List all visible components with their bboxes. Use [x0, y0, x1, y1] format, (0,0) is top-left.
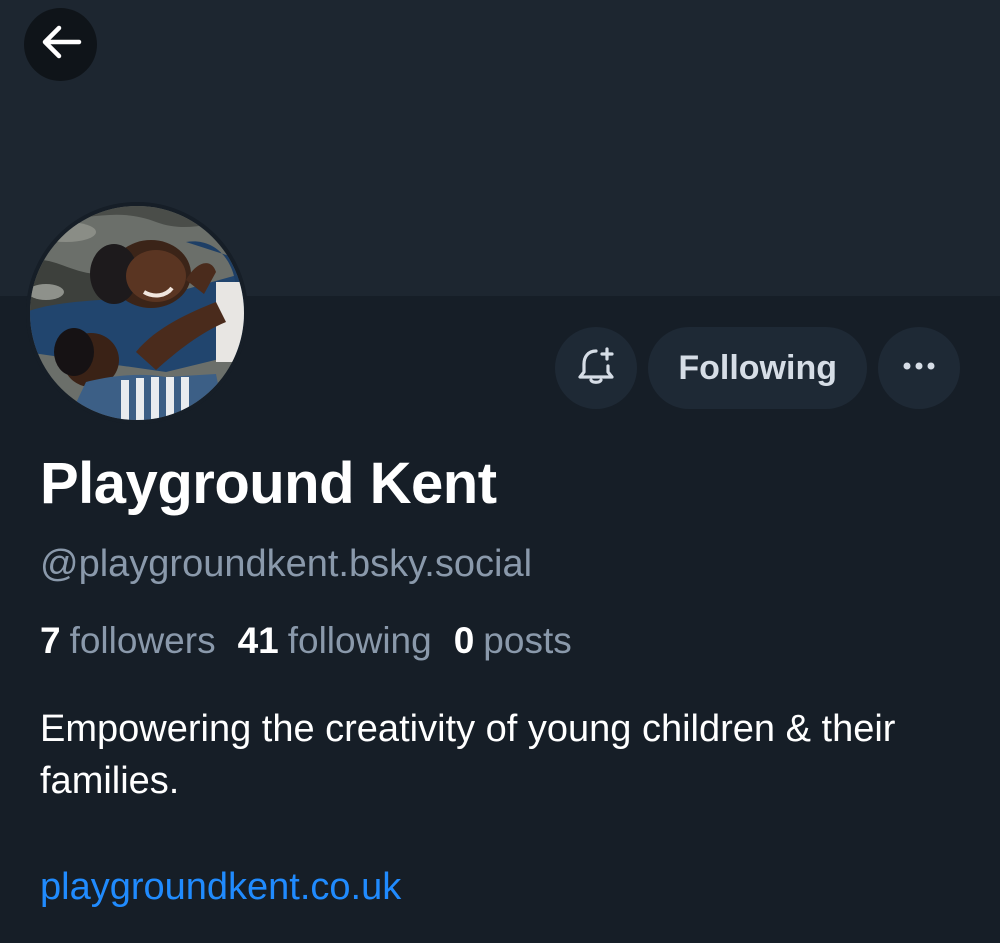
following-button-label: Following [678, 348, 837, 387]
followers-count: 7 [40, 620, 61, 661]
more-options-button[interactable] [878, 327, 960, 409]
posts-stat: 0 posts [454, 620, 572, 662]
profile-page: Following Playground Kent @playgroundken… [0, 0, 1000, 943]
display-name: Playground Kent [40, 451, 497, 516]
following-count: 41 [237, 620, 279, 661]
profile-avatar[interactable] [26, 202, 248, 424]
profile-handle: @playgroundkent.bsky.social [40, 543, 533, 585]
profile-actions: Following [555, 327, 960, 409]
followers-label: followers [69, 620, 216, 661]
following-stat[interactable]: 41 following [238, 620, 432, 662]
profile-stats: 7 followers 41 following 0 posts [40, 620, 572, 662]
bell-plus-icon [576, 346, 616, 391]
profile-bio: Empowering the creativity of young child… [40, 708, 896, 802]
ellipsis-icon [899, 359, 939, 377]
arrow-left-icon [39, 20, 83, 69]
following-label: following [287, 620, 432, 661]
notify-button[interactable] [555, 327, 638, 409]
posts-label: posts [483, 620, 572, 661]
following-button[interactable]: Following [648, 327, 867, 409]
profile-website-link[interactable]: playgroundkent.co.uk [40, 866, 401, 909]
followers-stat[interactable]: 7 followers [40, 620, 216, 662]
posts-count: 0 [453, 620, 475, 661]
back-button[interactable] [24, 8, 97, 81]
